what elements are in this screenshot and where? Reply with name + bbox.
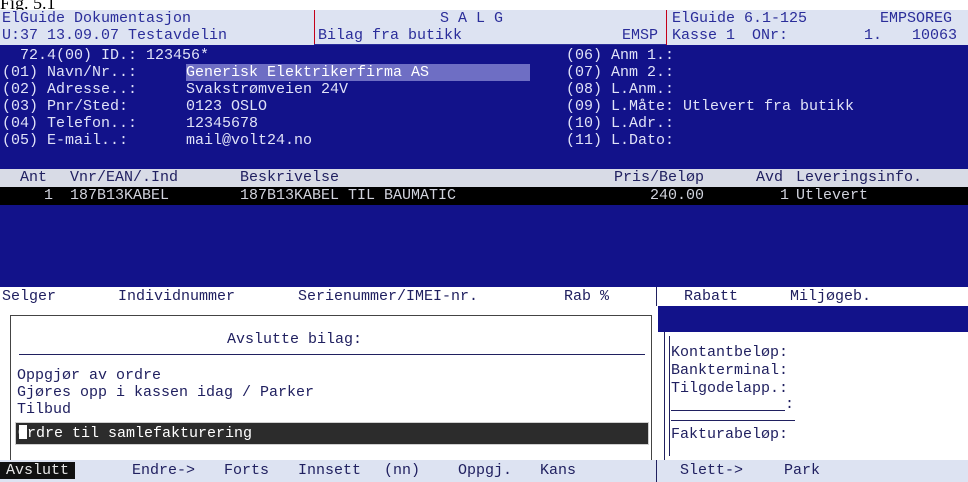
continue-key[interactable]: Forts bbox=[224, 462, 269, 479]
row-item-number: 187B13KABEL bbox=[70, 187, 170, 204]
document-type: Bilag fra butikk bbox=[318, 27, 463, 44]
individual-number-label: Individnummer bbox=[118, 288, 236, 305]
menu-item-label: Gjøres opp i kassen idag / Parker bbox=[17, 384, 315, 401]
menu-item-label: Oppgjør av ordre bbox=[17, 367, 162, 384]
invoice-amount-label[interactable]: Fakturabeløp: bbox=[671, 426, 788, 443]
note1-field[interactable]: (06) Anm 1.: bbox=[566, 47, 674, 64]
settle-key[interactable]: Oppgj. bbox=[458, 462, 512, 479]
payment-panel-header bbox=[658, 306, 968, 332]
finish-document-dialog: Avslutte bilag: Oppgjør av ordre Gjøres … bbox=[10, 315, 652, 461]
nn-key[interactable]: (nn) bbox=[384, 462, 420, 479]
menu-item-label: Ordre til samlefakturering bbox=[18, 425, 253, 442]
insert-key[interactable]: Innsett bbox=[298, 462, 361, 479]
cancel-key[interactable]: Kans bbox=[540, 462, 576, 479]
delivery-address-field[interactable]: (10) L.Adr.: bbox=[566, 115, 674, 132]
mode-title: S A L G bbox=[440, 10, 504, 27]
name-field[interactable]: Generisk Elektrikerfirma AS bbox=[186, 64, 530, 81]
menu-item-label: Tilbud bbox=[17, 401, 72, 418]
discount-label: Rabatt bbox=[684, 288, 739, 305]
email-field[interactable]: mail@volt24.no bbox=[186, 132, 312, 149]
dialog-title: Avslutte bilag: bbox=[227, 331, 363, 348]
payment-divider bbox=[671, 420, 795, 421]
bar-divider bbox=[656, 460, 657, 482]
customer-id[interactable]: 72.4(00) ID.: 123456* bbox=[20, 47, 209, 64]
delivery-date-field[interactable]: (11) L.Dato: bbox=[566, 132, 674, 149]
header-divider bbox=[666, 10, 667, 45]
finish-key[interactable]: Avslutt bbox=[0, 462, 76, 479]
app-version: ElGuide 6.1-125 bbox=[672, 10, 808, 27]
row-price: 240.00 bbox=[650, 187, 705, 204]
blank-field-colon: : bbox=[785, 396, 795, 413]
order-number: 10063 bbox=[912, 27, 958, 44]
bottom-area: Avslutte bilag: Oppgjør av ordre Gjøres … bbox=[0, 306, 968, 461]
header-divider bbox=[314, 10, 315, 45]
col-quantity: Ant bbox=[20, 169, 48, 186]
serial-number-label: Serienummer/IMEI-nr. bbox=[298, 288, 479, 305]
postal-field[interactable]: 0123 OSLO bbox=[186, 98, 267, 115]
row-quantity: 1 bbox=[44, 187, 54, 204]
payment-inner-border bbox=[669, 336, 670, 456]
customer-panel: 72.4(00) ID.: 123456* (01) Navn/Nr..: Ge… bbox=[0, 45, 968, 169]
discount-percent-label: Rab % bbox=[564, 288, 610, 305]
order-number-prefix: 1. bbox=[864, 27, 883, 44]
note2-field[interactable]: (07) Anm 2.: bbox=[566, 64, 674, 81]
dialog-divider bbox=[19, 354, 645, 355]
delivery-note-field[interactable]: (08) L.Anm.: bbox=[566, 81, 674, 98]
menu-item-collective-invoicing[interactable]: Ordre til samlefakturering bbox=[15, 422, 649, 445]
park-key[interactable]: Park bbox=[784, 462, 820, 479]
col-department: Avd bbox=[756, 169, 784, 186]
col-description: Beskrivelse bbox=[240, 169, 340, 186]
menu-item-quote[interactable]: Tilbud bbox=[17, 401, 649, 420]
environment-fee-label: Miljøgeb. bbox=[790, 288, 872, 305]
row-department: 1 bbox=[780, 187, 790, 204]
sales-details-header: Selger Individnummer Serienummer/IMEI-nr… bbox=[0, 287, 968, 306]
item-table-header: Ant Vnr/EAN/.Ind Beskrivelse Pris/Beløp … bbox=[0, 169, 968, 187]
table-row[interactable]: 1 187B13KABEL 187B13KABEL TIL BAUMATIC 2… bbox=[0, 187, 968, 205]
credit-note-label[interactable]: Tilgodelapp.: bbox=[671, 380, 788, 397]
address-label: (02) Adresse..: bbox=[2, 81, 138, 98]
salesperson-label: Selger bbox=[2, 288, 57, 305]
col-item-number: Vnr/EAN/.Ind bbox=[70, 169, 179, 186]
payment-panel: Kontantbeløp: Bankterminal: Tilgodelapp.… bbox=[664, 332, 968, 460]
title-header: ElGuide Dokumentasjon S A L G ElGuide 6.… bbox=[0, 10, 968, 45]
cash-amount-label[interactable]: Kontantbeløp: bbox=[671, 344, 788, 361]
address-field[interactable]: Svakstrømveien 24V bbox=[186, 81, 348, 98]
row-delivery-info: Utlevert bbox=[796, 187, 869, 204]
col-price: Pris/Beløp bbox=[614, 169, 705, 186]
header-divider bbox=[656, 287, 657, 306]
emsp-code: EMSP bbox=[622, 27, 659, 44]
app-title: ElGuide Dokumentasjon bbox=[2, 10, 192, 27]
phone-label: (04) Telefon..: bbox=[2, 115, 138, 132]
delete-key[interactable]: Slett-> bbox=[680, 462, 743, 479]
edit-key[interactable]: Endre-> bbox=[132, 462, 195, 479]
delivery-method-field[interactable]: (09) L.Måte: Utlevert fra butikk bbox=[566, 98, 854, 115]
phone-field[interactable]: 12345678 bbox=[186, 115, 258, 132]
col-delivery-info: Leveringsinfo. bbox=[796, 169, 923, 186]
row-description: 187B13KABEL TIL BAUMATIC bbox=[240, 187, 457, 204]
order-number-label: ONr: bbox=[752, 27, 789, 44]
program-code: EMPSOREG bbox=[880, 10, 953, 27]
postal-label: (03) Pnr/Sted: bbox=[2, 98, 129, 115]
email-label: (05) E-mail..: bbox=[2, 132, 129, 149]
session-info: U:37 13.09.07 Testavdelin bbox=[2, 27, 228, 44]
name-label: (01) Navn/Nr..: bbox=[2, 64, 138, 81]
blank-field-underline bbox=[671, 410, 785, 411]
item-list-area[interactable] bbox=[0, 205, 968, 287]
register-label: Kasse 1 bbox=[672, 27, 736, 44]
bank-terminal-label[interactable]: Bankterminal: bbox=[671, 362, 788, 379]
function-key-bar: Avslutt Endre-> Forts Innsett (nn) Oppgj… bbox=[0, 460, 968, 482]
